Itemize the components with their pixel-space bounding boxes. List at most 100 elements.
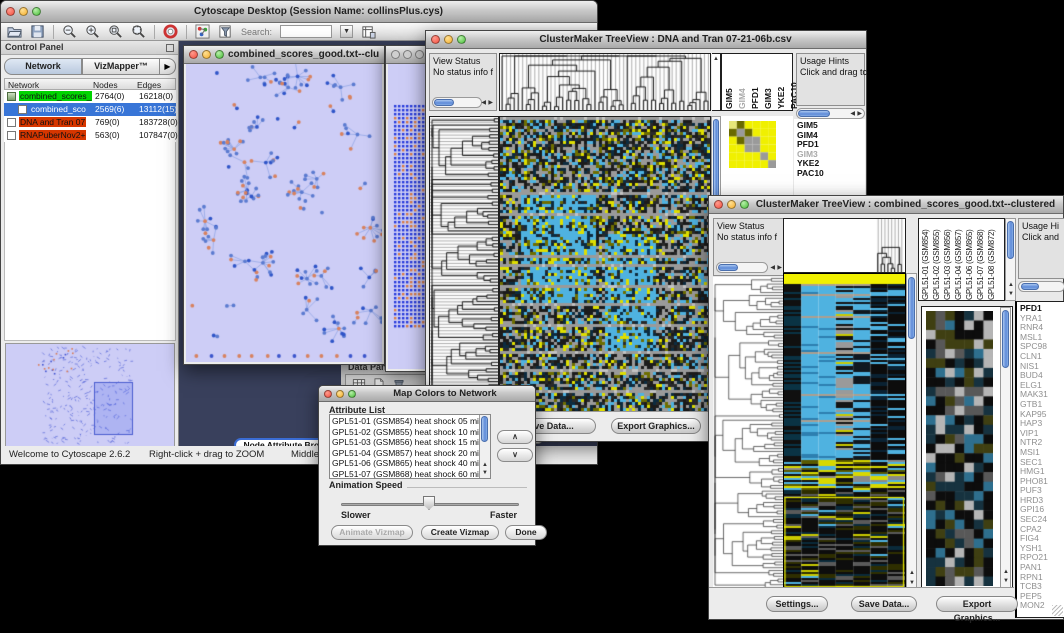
scroll-right-icon[interactable]: ▶ [488,100,493,106]
scroll-left-icon[interactable]: ◀ [481,100,486,106]
scroll-up-icon[interactable]: ▲ [1003,569,1009,575]
column-label[interactable]: YKE2 [776,55,787,109]
scroll-down-icon[interactable]: ▼ [482,470,488,476]
dialog-titlebar[interactable]: Map Colors to Network [319,386,535,402]
close-icon[interactable] [714,200,723,209]
scroll-up-icon[interactable]: ▲ [482,462,488,468]
minimize-icon[interactable] [19,7,28,16]
attribute-item[interactable]: GPL51-02 (GSM855) heat shock 10 min [332,427,488,438]
row-dendrogram-canvas[interactable] [430,117,498,412]
scroll-thumb[interactable] [1002,310,1009,368]
scroll-up-icon[interactable]: ▲ [1008,282,1014,288]
view-status-hscrollbar[interactable] [716,262,768,273]
import-table-icon[interactable] [361,24,376,39]
network-row[interactable]: DNA and Tran 07769(0)183728(0) [4,116,176,129]
column-label[interactable]: GPL51-02 (GSM855) [932,220,942,300]
usage-hints-hscrollbar[interactable]: ◀ ▶ [796,108,865,119]
zoom-out-icon[interactable] [62,24,77,39]
row-label[interactable]: PAC10 [797,169,862,179]
column-labels-vscrollbar[interactable]: ▲ ▼ [1005,218,1016,301]
scroll-thumb[interactable] [434,99,454,106]
scroll-left-icon[interactable]: ◀ [850,111,855,117]
zoom-window-icon[interactable] [415,50,424,59]
column-dendrogram-canvas[interactable] [500,54,710,110]
heatmap-canvas[interactable] [500,117,710,412]
close-icon[interactable] [391,50,400,59]
network-row[interactable]: combined_scores_2764(0)16218(0) [4,90,176,103]
summary-matrix-canvas[interactable] [729,121,776,168]
zoom-heatmap-panel[interactable]: ▲ ▼ [921,306,1013,589]
attribute-item[interactable]: GPL51-04 (GSM857) heat shock 20 min [332,448,488,459]
help-ring-icon[interactable] [163,24,178,39]
column-label[interactable]: GIM4 [737,55,748,109]
column-nodes[interactable]: Nodes [93,80,118,90]
column-label[interactable]: GPL51-03 (GSM856) [943,220,953,300]
open-folder-icon[interactable] [7,24,22,39]
network-overview-panel[interactable] [5,343,175,449]
treeview1-titlebar[interactable]: ClusterMaker TreeView : DNA and Tran 07-… [426,31,866,49]
column-label[interactable]: GIM5 [724,55,735,109]
slider-thumb[interactable] [423,496,435,510]
column-label[interactable]: GPL51-01 (GSM854) [921,220,931,300]
minimize-icon[interactable] [444,35,453,44]
export-graphics-button[interactable]: Export Graphics... [611,418,701,434]
scroll-down-icon[interactable]: ▼ [1008,291,1014,297]
column-label[interactable]: GPL51-07 (GSM868) [976,220,986,300]
column-label[interactable]: PFD1 [750,55,761,109]
network-view-canvas[interactable] [186,64,382,362]
filter-icon[interactable] [218,24,233,39]
grid-network-canvas[interactable] [393,104,429,330]
column-dendrogram-panel[interactable] [783,218,906,273]
close-icon[interactable] [6,7,15,16]
heatmap-canvas[interactable] [784,274,905,590]
vizmapper-icon[interactable] [195,24,210,39]
zoom-window-icon[interactable] [740,200,749,209]
scroll-right-icon[interactable]: ▶ [777,265,782,271]
zoom-heatmap-canvas[interactable] [926,311,993,586]
move-down-button[interactable]: ∨ [497,448,533,462]
search-dropdown-icon[interactable]: ▼ [340,25,353,38]
close-icon[interactable] [189,50,198,59]
scroll-thumb[interactable] [718,264,738,271]
scroll-thumb[interactable] [798,110,830,117]
scroll-up-icon[interactable]: ▲ [713,56,719,62]
settings-button[interactable]: Settings... [766,596,828,612]
zoom-window-icon[interactable] [348,390,356,398]
scroll-right-icon[interactable]: ▶ [857,111,862,117]
column-label[interactable]: GIM3 [763,55,774,109]
animate-vizmap-button[interactable]: Animate Vizmap [331,525,413,540]
export-graphics-button[interactable]: Export Graphics... [936,596,1018,612]
heatmap-vscrollbar[interactable]: ▲ ▼ [906,273,917,591]
scroll-thumb[interactable] [1021,283,1039,290]
close-icon[interactable] [324,390,332,398]
tab-network[interactable]: Network [4,58,82,75]
scroll-left-icon[interactable]: ◀ [770,265,775,271]
resize-grip[interactable] [1052,605,1063,616]
tab-vizmapper[interactable]: VizMapper™ [82,58,160,75]
tab-more-icon[interactable]: ▶ [160,58,176,75]
attribute-item[interactable]: GPL51-03 (GSM856) heat shock 15 min [332,437,488,448]
row-dendrogram-canvas[interactable] [713,277,783,589]
attribute-item[interactable]: GPL51-01 (GSM854) heat shock 05 min [332,416,488,427]
column-label[interactable]: GPL51-08 (GSM872) [987,220,997,300]
search-input[interactable] [280,25,332,38]
network-overview-canvas[interactable] [6,344,174,448]
zoom-window-icon[interactable] [457,35,466,44]
zoom-fit-icon[interactable] [131,24,146,39]
column-dendrogram-panel[interactable] [499,53,711,111]
scroll-thumb[interactable] [1007,221,1014,259]
attribute-item[interactable]: GPL51-07 (GSM868) heat shock 60 min [332,469,488,479]
zoom-window-icon[interactable] [215,50,224,59]
minimize-icon[interactable] [727,200,736,209]
scroll-thumb[interactable] [481,416,488,442]
close-icon[interactable] [431,35,440,44]
main-titlebar[interactable]: Cytoscape Desktop (Session Name: collins… [1,1,597,23]
float-panel-icon[interactable] [166,44,174,52]
zoom-selected-icon[interactable] [108,24,123,39]
scroll-thumb[interactable] [908,277,915,339]
scroll-up-icon[interactable]: ▲ [909,570,915,576]
row-dendrogram-panel[interactable] [429,116,499,413]
attribute-item[interactable]: GPL51-06 (GSM865) heat shock 40 min [332,458,488,469]
scroll-down-icon[interactable]: ▼ [909,580,915,586]
attribute-list-vscrollbar[interactable]: ▲ ▼ [479,415,490,478]
